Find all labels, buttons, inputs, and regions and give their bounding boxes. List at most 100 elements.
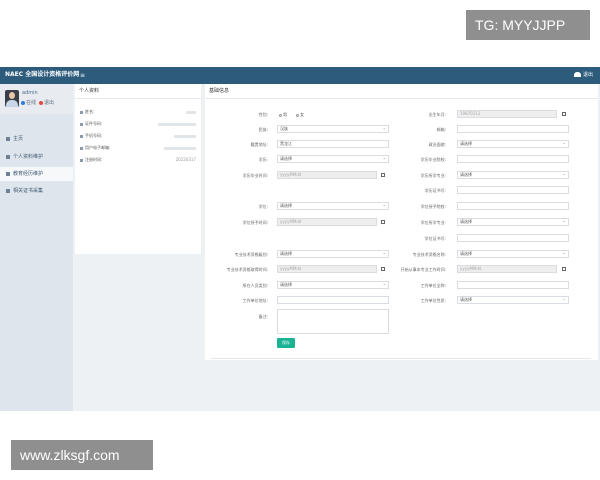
gender-male-radio[interactable]: 男 <box>279 111 287 119</box>
user-icon <box>6 154 10 159</box>
user-name: admin <box>22 90 38 96</box>
profile-row-email: 用户电子邮箱: <box>80 145 198 154</box>
unit-type-label: 工作单位性质: <box>420 298 446 303</box>
email-label: 邮箱: <box>436 127 446 132</box>
form-card-title: 基础信息 <box>205 84 598 99</box>
screenshot: TG: MYYJJPP www.zlksgf.com NAEC 全国设计资格评价… <box>0 0 600 480</box>
profile-card-title: 个人资料 <box>75 84 201 99</box>
unit-type-select[interactable]: 请选择 ⌄ <box>457 296 569 304</box>
edu-cert-label: 学历证书号: <box>424 188 446 193</box>
user-icon <box>574 72 581 77</box>
title-name-label: 专业技术资格名称: <box>412 252 446 257</box>
profile-row-registered: 注册时间: 20220317 <box>80 157 198 166</box>
calendar-icon[interactable] <box>562 112 566 116</box>
calendar-icon[interactable] <box>381 267 385 271</box>
degree-select[interactable]: 请选择 ⌄ <box>277 202 389 210</box>
calendar-icon[interactable] <box>381 173 385 177</box>
profile-row-phone: 手机号码: <box>80 133 198 142</box>
degree-cert-label: 学位证书号: <box>424 236 446 241</box>
nation-select[interactable]: 汉族 ⌄ <box>277 125 389 133</box>
edu-school-label: 学历毕业院校: <box>420 157 446 162</box>
title-time-input[interactable]: yyyyMMdd <box>277 265 377 273</box>
online-dot-icon <box>21 100 25 105</box>
list-icon <box>6 171 10 176</box>
degree-major-label: 学位所学专业: <box>420 220 446 225</box>
work-unit-label: 工作单位全称: <box>420 283 446 288</box>
watermark-bottom: www.zlksgf.com <box>11 440 153 470</box>
degree-major-select[interactable]: 请选择 ⌄ <box>457 218 569 226</box>
title-level-label: 专业技术资格级别: <box>234 252 268 257</box>
brand-title: NAEC 全国设计资格评价网 <box>5 71 80 78</box>
email-icon <box>80 146 83 150</box>
sidebar-item-certificates[interactable]: 相关证书采集 <box>0 184 73 198</box>
degree-school-field[interactable] <box>457 202 569 210</box>
remark-label: 备注: <box>258 314 268 319</box>
work-start-input[interactable]: yyyyMMdd <box>457 265 557 273</box>
calendar-icon[interactable] <box>562 267 566 271</box>
edu-cert-field[interactable] <box>457 186 569 194</box>
edu-major-label: 学历所学专业: <box>420 173 446 178</box>
birth-label: 出生年月: <box>428 112 446 117</box>
edu-label: 学历: <box>258 157 268 162</box>
chevron-down-icon: ⌄ <box>562 296 566 301</box>
degree-time-label: 学位授予时间: <box>242 220 268 225</box>
profile-row-id: 证件号码: <box>80 121 198 130</box>
save-button[interactable]: 保存 <box>277 338 295 348</box>
work-unit-field[interactable] <box>457 281 569 289</box>
id-card-icon <box>80 122 83 126</box>
title-level-select[interactable]: 请选择 ⌄ <box>277 250 389 258</box>
degree-school-label: 学位授予院校: <box>420 204 446 209</box>
avatar <box>5 90 19 107</box>
sidebar-profile: admin 在线 退出 <box>0 84 73 114</box>
sidebar-logout-link[interactable]: 退出 <box>44 100 54 106</box>
unit-addr-label: 工作单位地址: <box>242 298 268 303</box>
profile-card: 个人资料 姓名: 证件号码: 手机号码: 用户电子邮箱: 注册时间: 202203… <box>75 84 201 254</box>
chevron-down-icon: ⌄ <box>562 140 566 145</box>
logout-button[interactable]: 退出 <box>574 70 593 80</box>
chevron-down-icon: ⌄ <box>562 250 566 255</box>
unit-addr-field[interactable] <box>277 296 389 304</box>
degree-cert-field[interactable] <box>457 234 569 242</box>
profile-row-name: 姓名: <box>80 109 198 118</box>
chevron-down-icon: ⌄ <box>562 218 566 223</box>
remark-textarea[interactable] <box>277 309 389 334</box>
logout-dot-icon <box>39 100 44 105</box>
certificate-icon <box>6 188 10 193</box>
edu-select[interactable]: 请选择 ⌄ <box>277 155 389 163</box>
sidebar-item-profile[interactable]: 个人资料维护 <box>0 150 73 164</box>
title-name-select[interactable]: 请选择 ⌄ <box>457 250 569 258</box>
calendar-icon <box>80 158 83 162</box>
degree-time-input[interactable]: yyyyMMdd <box>277 218 377 226</box>
personnel-select[interactable]: 请选择 ⌄ <box>277 281 389 289</box>
calendar-icon[interactable] <box>381 220 385 224</box>
form-divider <box>211 358 591 359</box>
home-icon <box>6 136 10 141</box>
edu-major-select[interactable]: 请选择 ⌄ <box>457 171 569 179</box>
sidebar-item-home[interactable]: 主页 <box>0 132 73 146</box>
email-field[interactable] <box>457 125 569 133</box>
user-status: 在线 退出 <box>21 99 54 106</box>
gender-label: 性别: <box>258 112 268 117</box>
sidebar: admin 在线 退出 主页 个人资料维护 教育经历维护 相关证书采集 <box>0 84 73 411</box>
native-label: 籍贯地址: <box>250 142 268 147</box>
nation-label: 民族: <box>258 127 268 132</box>
politics-select[interactable]: 请选择 ⌄ <box>457 140 569 148</box>
sidebar-item-education[interactable]: 教育经历维护 <box>0 167 73 181</box>
gender-female-radio[interactable]: 女 <box>296 111 304 119</box>
edu-time-label: 学历毕业时间: <box>242 173 268 178</box>
phone-icon <box>80 134 83 138</box>
birth-input[interactable]: 19870312 <box>457 110 557 118</box>
user-icon <box>80 110 83 114</box>
edu-school-field[interactable] <box>457 155 569 163</box>
personnel-label: 所在人员类别: <box>242 283 268 288</box>
work-start-label: 开始从事本专业工作时间: <box>400 267 446 272</box>
native-field[interactable]: 黑龙江 <box>277 140 389 148</box>
top-navbar: NAEC 全国设计资格评价网 ≡ 退出 <box>0 67 600 84</box>
politics-label: 政治面貌: <box>428 142 446 147</box>
degree-label: 学位: <box>258 204 268 209</box>
chevron-down-icon: ⌄ <box>562 171 566 176</box>
edu-time-input[interactable]: yyyyMMdd <box>277 171 377 179</box>
watermark-top: TG: MYYJJPP <box>466 10 590 40</box>
title-time-label: 专业技术资格取得时间: <box>226 267 268 272</box>
menu-icon[interactable]: ≡ <box>80 71 85 80</box>
